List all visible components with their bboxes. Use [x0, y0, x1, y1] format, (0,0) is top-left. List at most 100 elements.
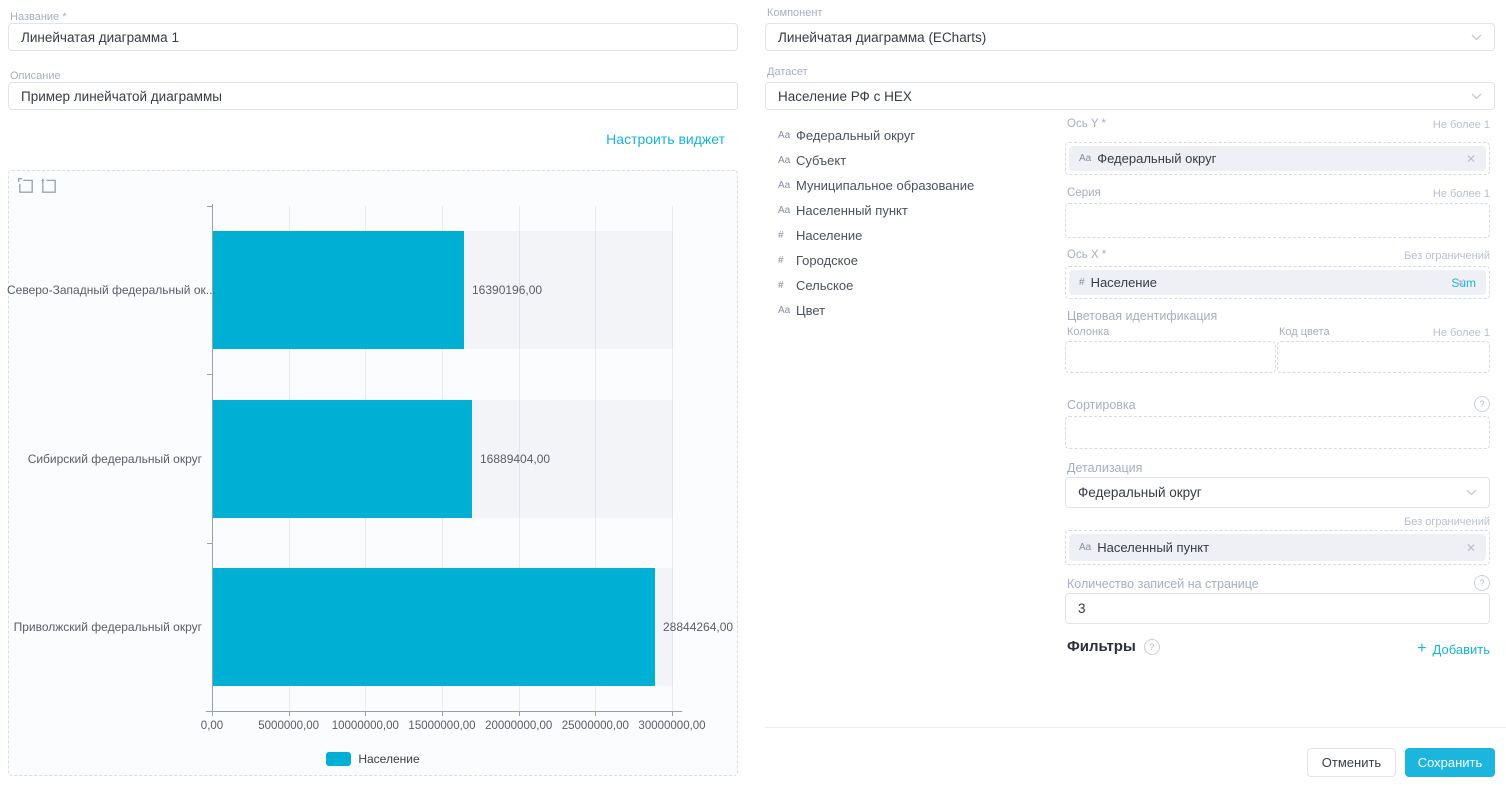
- records-per-page-input[interactable]: [1065, 593, 1490, 624]
- sorting-field[interactable]: [1065, 416, 1490, 449]
- bar-chart: 0,005000000,0010000000,0015000000,002000…: [9, 171, 739, 777]
- chevron-down-icon: [1466, 489, 1477, 496]
- text-type-icon: Aa: [778, 305, 796, 316]
- bar-value-label: 16390196,00: [472, 283, 542, 297]
- dataset-field-item[interactable]: #Сельское: [778, 278, 1058, 292]
- dataset-field-item[interactable]: #Городское: [778, 253, 1058, 267]
- legend-marker: [326, 752, 351, 766]
- text-type-icon: Aa: [1079, 153, 1091, 164]
- color-column-label: Колонка: [1067, 326, 1109, 338]
- text-type-icon: Aa: [778, 205, 796, 216]
- filters-header: Фильтры ?: [1067, 638, 1160, 655]
- dataset-label: Датасет: [767, 66, 808, 78]
- records-help-icon[interactable]: ?: [1474, 575, 1490, 591]
- widget-editor: Название * Описание Настроить виджет 0,0…: [0, 0, 1506, 791]
- dataset-field-item[interactable]: AaСубъект: [778, 153, 1058, 167]
- color-identification-label: Цветовая идентификация: [1067, 309, 1217, 323]
- x-axis-tick-label: 30000000,00: [632, 720, 712, 732]
- description-input[interactable]: [8, 82, 738, 110]
- chart-legend[interactable]: Население: [9, 752, 737, 766]
- dataset-field-label: Федеральный округ: [796, 128, 915, 143]
- detailing-label: Детализация: [1067, 461, 1142, 475]
- plus-icon: +: [1417, 641, 1426, 657]
- dataset-field-item[interactable]: #Население: [778, 228, 1058, 242]
- sorting-help-icon[interactable]: ?: [1474, 396, 1490, 412]
- detailing-tag-label: Населенный пункт: [1097, 540, 1209, 555]
- y-axis-line: [212, 204, 213, 713]
- detailing-tag[interactable]: Aa Населенный пункт ✕: [1069, 534, 1486, 561]
- series-label: Серия: [1067, 187, 1101, 199]
- y-axis-limit: Не более 1: [1433, 119, 1490, 131]
- bar[interactable]: [213, 568, 655, 686]
- series-limit: Не более 1: [1433, 188, 1490, 200]
- dataset-field-label: Населенный пункт: [796, 203, 908, 218]
- bar-value-label: 16889404,00: [480, 452, 550, 466]
- color-code-label: Код цвета: [1279, 326, 1330, 338]
- y-axis-field[interactable]: Aa Федеральный округ ✕: [1065, 142, 1490, 175]
- x-axis-limit: Без ограничений: [1404, 250, 1490, 262]
- save-button[interactable]: Сохранить: [1405, 748, 1495, 777]
- color-column-field[interactable]: [1065, 341, 1276, 373]
- number-type-icon: #: [778, 255, 796, 266]
- x-axis-line: [206, 711, 682, 712]
- dataset-field-label: Городское: [796, 253, 858, 268]
- category-label: Приволжский федеральный округ: [7, 620, 202, 634]
- remove-tag-icon[interactable]: ✕: [1456, 277, 1466, 289]
- sorting-label: Сортировка: [1067, 398, 1136, 412]
- series-field[interactable]: [1065, 203, 1490, 238]
- detailing-value: Федеральный округ: [1078, 485, 1202, 500]
- text-type-icon: Aa: [778, 180, 796, 191]
- detailing-select[interactable]: Федеральный округ: [1065, 477, 1490, 508]
- text-type-icon: Aa: [778, 130, 796, 141]
- footer-divider: [765, 727, 1506, 728]
- dataset-field-item[interactable]: AaНаселенный пункт: [778, 203, 1058, 217]
- number-type-icon: #: [778, 230, 796, 241]
- dataset-fields-list: AaФедеральный округAaСубъектAaМуниципаль…: [778, 128, 1058, 328]
- x-axis-tick-label: 25000000,00: [555, 720, 635, 732]
- dataset-field-item[interactable]: AaФедеральный округ: [778, 128, 1058, 142]
- detailing-limit: Без ограничений: [1404, 516, 1490, 528]
- legend-label: Население: [358, 752, 419, 766]
- dataset-field-item[interactable]: AaЦвет: [778, 303, 1058, 317]
- bar[interactable]: [213, 400, 472, 518]
- dataset-value: Население РФ с HEX: [778, 89, 912, 104]
- x-axis-tick-label: 15000000,00: [402, 720, 482, 732]
- cancel-button[interactable]: Отменить: [1307, 748, 1396, 777]
- bar[interactable]: [213, 231, 464, 349]
- filters-help-icon[interactable]: ?: [1144, 639, 1160, 655]
- text-type-icon: Aa: [778, 155, 796, 166]
- add-filter-button[interactable]: + Добавить: [1417, 641, 1490, 657]
- component-label: Компонент: [767, 7, 822, 19]
- x-axis-tick-label: 20000000,00: [479, 720, 559, 732]
- x-axis-tag[interactable]: # Население Sum ✕: [1069, 270, 1486, 295]
- number-type-icon: #: [1079, 277, 1085, 288]
- records-per-page-label: Количество записей на странице: [1067, 577, 1259, 591]
- x-axis-tag-label: Население: [1091, 275, 1157, 290]
- y-axis-tag[interactable]: Aa Федеральный округ ✕: [1069, 146, 1486, 171]
- name-input[interactable]: [8, 23, 738, 51]
- settings-panel: Компонент Линейчатая диаграмма (ECharts)…: [765, 0, 1506, 791]
- x-axis-tick-label: 10000000,00: [325, 720, 405, 732]
- category-label: Сибирский федеральный округ: [7, 452, 202, 466]
- dataset-field-label: Население: [796, 228, 862, 243]
- widget-preview: 0,005000000,0010000000,0015000000,002000…: [8, 170, 738, 776]
- dataset-field-label: Цвет: [796, 303, 825, 318]
- y-axis-tag-label: Федеральный округ: [1097, 151, 1216, 166]
- configure-widget-link[interactable]: Настроить виджет: [606, 131, 725, 147]
- remove-tag-icon[interactable]: ✕: [1466, 542, 1476, 554]
- filters-label: Фильтры: [1067, 638, 1136, 655]
- bar-value-label: 28844264,00: [663, 620, 733, 634]
- x-axis-field[interactable]: # Население Sum ✕: [1065, 266, 1490, 299]
- detailing-field[interactable]: Aa Населенный пункт ✕: [1065, 530, 1490, 565]
- axes-config: Ось Y * Не более 1 Aa Федеральный округ …: [1065, 0, 1490, 730]
- dataset-field-label: Субъект: [796, 153, 846, 168]
- dataset-field-item[interactable]: AaМуниципальное образование: [778, 178, 1058, 192]
- x-axis-tick-label: 0,00: [172, 720, 252, 732]
- x-axis-label: Ось X *: [1067, 249, 1106, 261]
- dataset-field-label: Муниципальное образование: [796, 178, 974, 193]
- color-code-field[interactable]: [1277, 341, 1490, 373]
- add-filter-label: Добавить: [1433, 642, 1490, 657]
- remove-tag-icon[interactable]: ✕: [1466, 153, 1476, 165]
- y-axis-label: Ось Y *: [1067, 118, 1106, 130]
- color-identification-limit: Не более 1: [1433, 327, 1490, 339]
